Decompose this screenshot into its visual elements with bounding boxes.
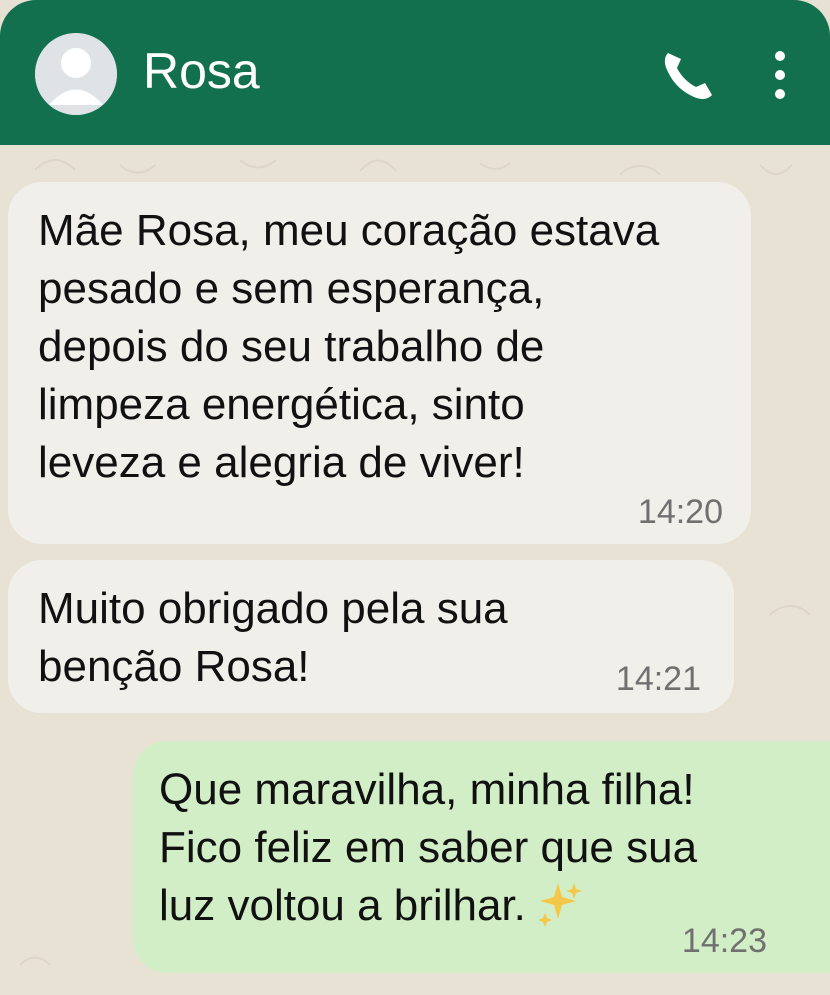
sparkles-icon — [536, 878, 586, 928]
phone-icon[interactable] — [657, 45, 719, 103]
message-text: Mãe Rosa, meu coração estava pesado e se… — [38, 206, 660, 487]
avatar-icon[interactable] — [35, 33, 117, 115]
message-bubble-incoming[interactable]: Mãe Rosa, meu coração estava pesado e se… — [8, 182, 751, 544]
more-vertical-icon[interactable] — [762, 48, 798, 102]
message-bubble-incoming[interactable]: Muito obrigado pela sua benção Rosa! 14:… — [8, 560, 734, 713]
chat-screen: Rosa Mãe Rosa, meu coração estava pesado… — [0, 0, 830, 995]
message-timestamp: 14:23 — [681, 922, 767, 960]
message-text: Muito obrigado pela sua benção Rosa! — [38, 584, 508, 691]
message-timestamp: 14:21 — [615, 660, 701, 698]
chat-area[interactable]: Mãe Rosa, meu coração estava pesado e se… — [0, 145, 830, 995]
message-text: Que maravilha, minha filha! Fico feliz e… — [159, 765, 698, 930]
contact-name[interactable]: Rosa — [143, 41, 260, 101]
chat-header: Rosa — [0, 0, 830, 145]
message-timestamp: 14:20 — [637, 493, 723, 531]
message-bubble-outgoing[interactable]: Que maravilha, minha filha! Fico feliz e… — [133, 741, 830, 973]
